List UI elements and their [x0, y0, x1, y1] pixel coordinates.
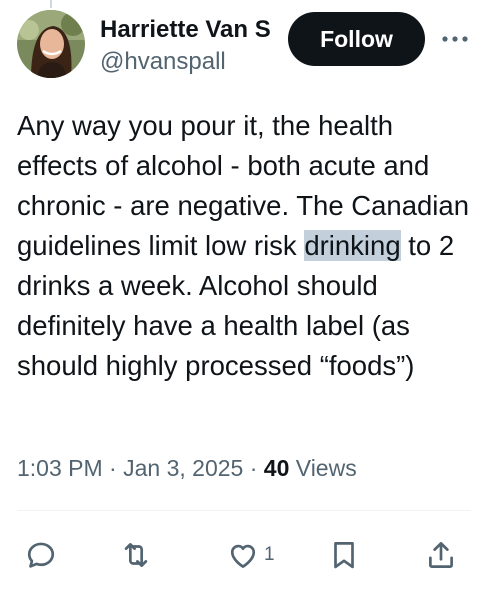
- highlighted-word: drinking: [304, 230, 401, 261]
- bookmark-icon: [327, 538, 361, 572]
- retweet-icon: [118, 538, 154, 572]
- divider: [17, 510, 471, 511]
- avatar[interactable]: [17, 10, 85, 78]
- heart-icon: [226, 538, 260, 572]
- views-count[interactable]: 40: [264, 455, 290, 481]
- author-display-name[interactable]: Harriette Van Spall: [100, 15, 272, 45]
- bookmark-button[interactable]: [327, 530, 361, 580]
- retweet-button[interactable]: [118, 530, 154, 580]
- tweet-meta: 1:03 PM · Jan 3, 2025 · 40 Views: [17, 450, 357, 486]
- tweet-date[interactable]: Jan 3, 2025: [123, 455, 243, 481]
- more-icon[interactable]: [440, 26, 470, 52]
- follow-button[interactable]: Follow: [288, 12, 425, 66]
- tweet-header: Harriette Van Spall @hvanspall Follow: [0, 0, 485, 100]
- tweet-text: Any way you pour it, the health effects …: [17, 106, 479, 386]
- reply-icon: [24, 538, 58, 572]
- like-count: 1: [264, 544, 275, 565]
- share-icon: [424, 538, 458, 572]
- views-label[interactable]: Views: [289, 455, 357, 481]
- like-button[interactable]: 1: [226, 530, 275, 580]
- action-bar: 1: [0, 530, 485, 580]
- share-button[interactable]: [424, 530, 458, 580]
- meta-separator: ·: [243, 455, 264, 481]
- reply-button[interactable]: [24, 530, 58, 580]
- tweet-time[interactable]: 1:03 PM: [17, 455, 103, 481]
- author-handle[interactable]: @hvanspall: [100, 47, 226, 77]
- meta-separator: ·: [102, 455, 124, 481]
